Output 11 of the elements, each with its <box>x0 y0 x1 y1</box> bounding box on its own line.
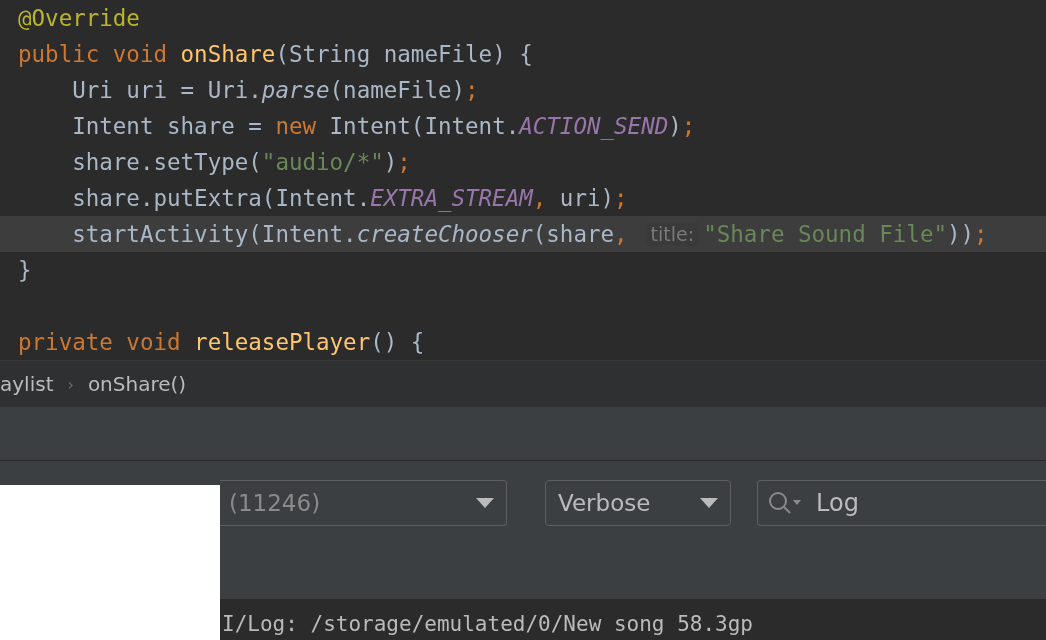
parameter-hint: title: <box>645 222 700 246</box>
dropdown-arrow-icon <box>700 498 718 508</box>
process-dropdown[interactable]: (11246) <box>220 480 507 526</box>
breadcrumb-separator: › <box>67 374 74 394</box>
search-field[interactable]: Log <box>757 480 1046 526</box>
log-line: I/Log: /storage/emulated/0/New song 58.3gp <box>222 611 754 638</box>
breadcrumb-item[interactable]: onShare() <box>87 372 187 396</box>
log-level-dropdown[interactable]: Verbose <box>545 480 731 526</box>
breadcrumb-item[interactable]: aylist <box>0 372 54 396</box>
dropdown-arrow-icon <box>476 498 494 508</box>
search-icon <box>768 491 802 515</box>
